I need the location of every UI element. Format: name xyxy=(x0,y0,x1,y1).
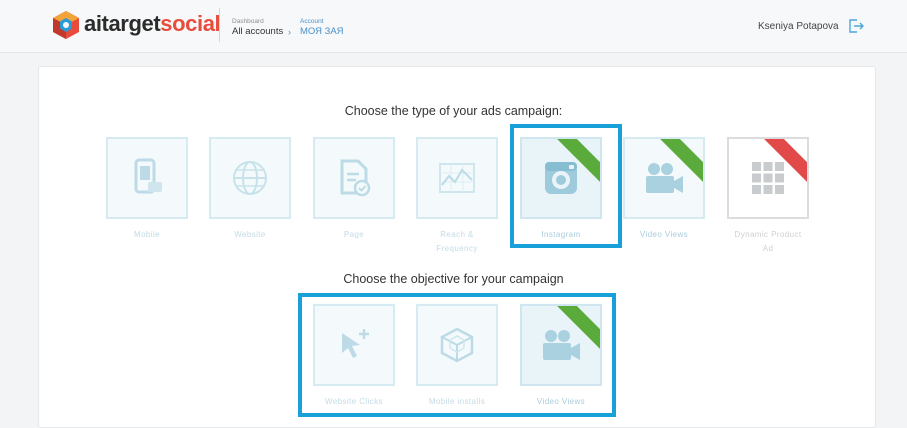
brand-part-2: social xyxy=(160,11,221,36)
label-dpa-line1: Dynamic Product xyxy=(734,230,802,239)
globe-icon xyxy=(233,161,267,195)
label-dpa-line2: Ad xyxy=(762,244,774,253)
campaign-type-title: Choose the type of your ads campaign: xyxy=(344,104,563,118)
campaign-type-page[interactable] xyxy=(313,137,395,219)
objective-title: Choose the objective for your campaign xyxy=(343,272,564,286)
aitarget-logo-icon[interactable] xyxy=(52,10,80,40)
campaign-type-reach-frequency[interactable] xyxy=(416,137,498,219)
label-reach-line2: Frequency xyxy=(436,244,478,253)
video-camera-icon xyxy=(646,163,683,193)
label-page: Page xyxy=(343,230,365,239)
top-bar: aitargetsocial Dashboard All accounts › … xyxy=(0,0,907,53)
breadcrumb-separator: › xyxy=(288,27,291,37)
brand-name[interactable]: aitargetsocial xyxy=(84,11,221,37)
breadcrumb-all-accounts[interactable]: All accounts xyxy=(232,26,283,37)
label-video-views: Video Views xyxy=(639,230,689,239)
label-website: Website xyxy=(234,230,266,239)
user-name[interactable]: Kseniya Potapova xyxy=(758,21,839,32)
label-reach-frequency: Reach & Frequency xyxy=(407,228,507,256)
grid-icon xyxy=(752,162,784,194)
label-reach-line1: Reach & xyxy=(440,230,474,239)
logout-icon[interactable] xyxy=(848,19,864,33)
breadcrumb-account-caption: Account xyxy=(300,18,324,25)
instagram-highlight-box xyxy=(510,124,622,248)
page-check-icon xyxy=(340,159,371,197)
header-divider xyxy=(219,8,220,42)
campaign-type-dynamic-product-ad[interactable] xyxy=(727,137,809,219)
mobile-phone-icon xyxy=(134,158,162,194)
chart-icon xyxy=(439,163,475,193)
label-dynamic-product-ad: Dynamic Product Ad xyxy=(718,228,818,256)
campaign-type-mobile[interactable] xyxy=(106,137,188,219)
brand-part-1: aitarget xyxy=(84,11,161,36)
objective-highlight-box xyxy=(298,293,616,417)
campaign-type-video-views[interactable] xyxy=(623,137,705,219)
breadcrumb-account-name[interactable]: МОЯ ЗАЯ xyxy=(300,26,344,37)
breadcrumb-dashboard-caption: Dashboard xyxy=(232,18,264,25)
label-mobile: Mobile xyxy=(134,230,160,239)
campaign-type-website[interactable] xyxy=(209,137,291,219)
